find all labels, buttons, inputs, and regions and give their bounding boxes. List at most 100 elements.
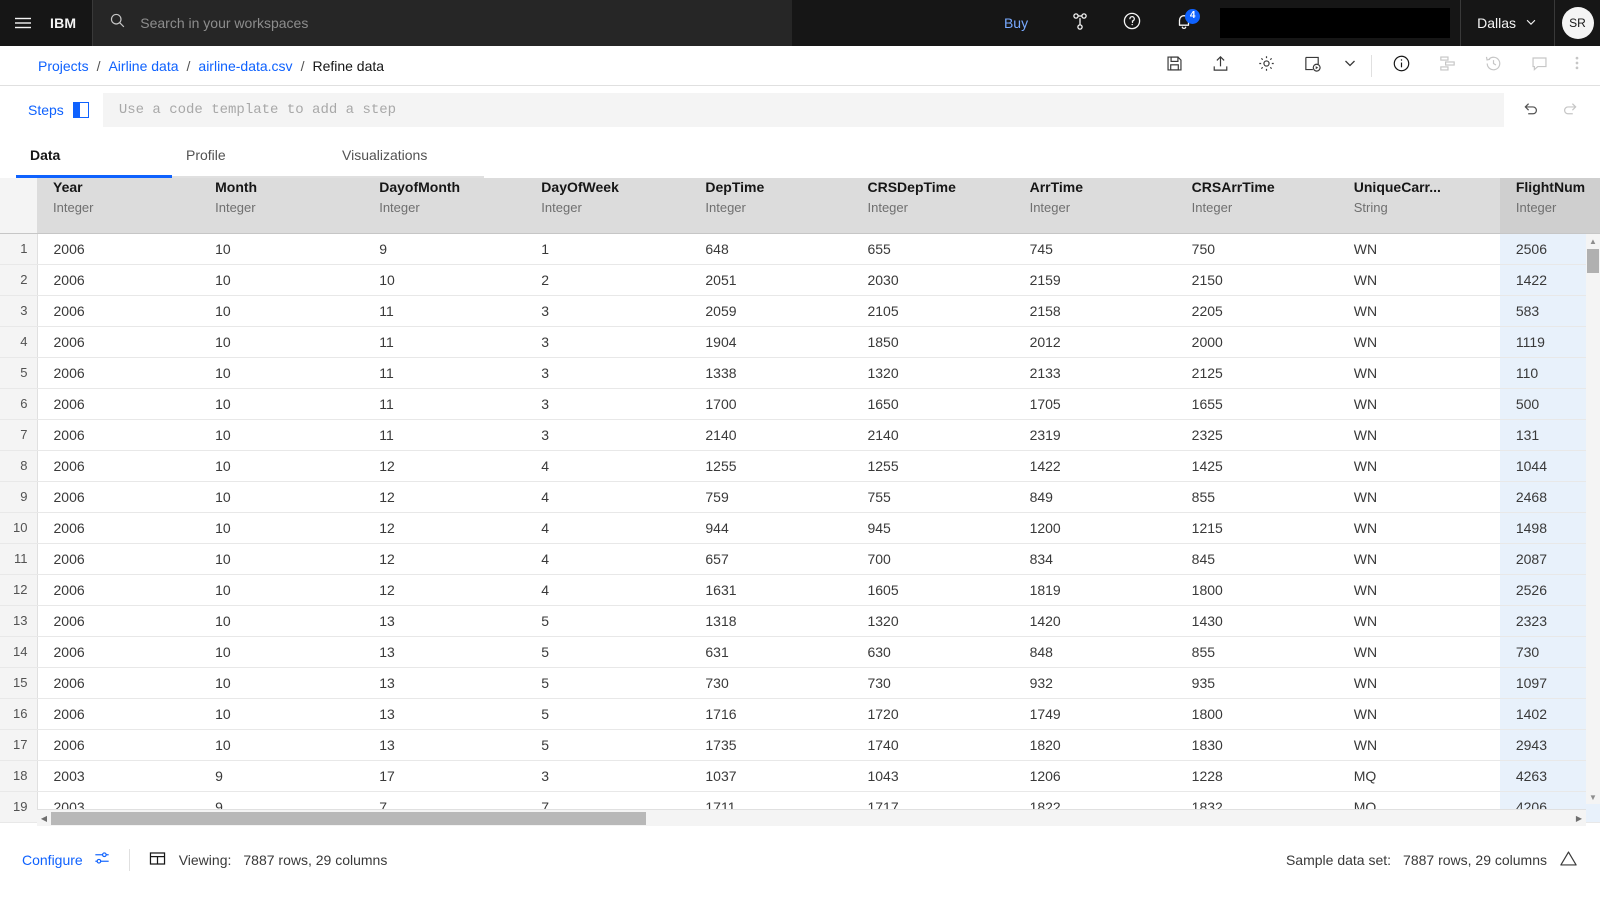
- cell-month[interactable]: 9: [199, 760, 364, 792]
- cell-dayofweek[interactable]: 5: [525, 605, 690, 637]
- cell-crsdeptime[interactable]: 1740: [851, 729, 1014, 761]
- cell-crsdeptime[interactable]: 1850: [851, 326, 1014, 358]
- table-row[interactable]: 3 2006 10 11 3 2059 2105 2158 2205 WN 583: [0, 295, 1600, 327]
- cell-crsarrtime[interactable]: 1228: [1175, 760, 1338, 792]
- buy-button[interactable]: Buy: [978, 0, 1054, 46]
- cell-flightnum[interactable]: 2468: [1499, 481, 1600, 513]
- cell-year[interactable]: 2006: [37, 264, 200, 296]
- cell-flightnum[interactable]: 583: [1499, 295, 1600, 327]
- table-row[interactable]: 12 2006 10 12 4 1631 1605 1819 1800 WN 2526: [0, 574, 1600, 606]
- cell-dayofweek[interactable]: 3: [525, 295, 690, 327]
- cell-deptime[interactable]: 1318: [689, 605, 852, 637]
- cell-arrtime[interactable]: 1749: [1013, 698, 1176, 730]
- cell-uniquecarr[interactable]: WN: [1337, 264, 1500, 296]
- column-header-month[interactable]: Month Integer: [199, 178, 364, 234]
- cell-crsarrtime[interactable]: 750: [1175, 233, 1338, 265]
- cell-deptime[interactable]: 631: [689, 636, 852, 668]
- scroll-left-arrow-icon[interactable]: ◀: [37, 810, 51, 826]
- cell-uniquecarr[interactable]: WN: [1337, 357, 1500, 389]
- cell-dayofweek[interactable]: 5: [525, 667, 690, 699]
- cell-flightnum[interactable]: 2087: [1499, 543, 1600, 575]
- cell-flightnum[interactable]: 2526: [1499, 574, 1600, 606]
- cell-dayofweek[interactable]: 4: [525, 574, 690, 606]
- cell-flightnum[interactable]: 1402: [1499, 698, 1600, 730]
- cell-arrtime[interactable]: 2012: [1013, 326, 1176, 358]
- cell-crsarrtime[interactable]: 1215: [1175, 512, 1338, 544]
- cell-crsarrtime[interactable]: 845: [1175, 543, 1338, 575]
- cell-dayofweek[interactable]: 4: [525, 543, 690, 575]
- cell-flightnum[interactable]: 2943: [1499, 729, 1600, 761]
- cell-crsdeptime[interactable]: 1255: [851, 450, 1014, 482]
- cell-crsarrtime[interactable]: 1425: [1175, 450, 1338, 482]
- tab-profile[interactable]: Profile: [172, 134, 328, 178]
- table-row[interactable]: 2 2006 10 10 2 2051 2030 2159 2150 WN 1422: [0, 264, 1600, 296]
- cell-deptime[interactable]: 1631: [689, 574, 852, 606]
- cell-dayofweek[interactable]: 2: [525, 264, 690, 296]
- cell-uniquecarr[interactable]: WN: [1337, 419, 1500, 451]
- cell-dayofmonth[interactable]: 11: [363, 295, 526, 327]
- code-template-input[interactable]: Use a code template to add a step: [102, 93, 1504, 127]
- cell-deptime[interactable]: 657: [689, 543, 852, 575]
- breadcrumb-item-airline-data-csv[interactable]: airline-data.csv: [198, 58, 292, 74]
- cell-crsdeptime[interactable]: 1043: [851, 760, 1014, 792]
- cell-crsdeptime[interactable]: 945: [851, 512, 1014, 544]
- cell-arrtime[interactable]: 849: [1013, 481, 1176, 513]
- cell-year[interactable]: 2006: [37, 233, 200, 265]
- warning-triangle-icon[interactable]: [1559, 849, 1578, 871]
- cell-deptime[interactable]: 1255: [689, 450, 852, 482]
- cell-crsarrtime[interactable]: 2150: [1175, 264, 1338, 296]
- scroll-down-arrow-icon[interactable]: ▼: [1586, 790, 1600, 804]
- column-header-year[interactable]: Year Integer: [37, 178, 200, 234]
- table-row[interactable]: 14 2006 10 13 5 631 630 848 855 WN 730: [0, 636, 1600, 668]
- cell-year[interactable]: 2006: [37, 450, 200, 482]
- cell-flightnum[interactable]: 4263: [1499, 760, 1600, 792]
- steps-panel-toggle[interactable]: Steps: [22, 102, 103, 118]
- cell-uniquecarr[interactable]: WN: [1337, 450, 1500, 482]
- cell-dayofmonth[interactable]: 12: [363, 512, 526, 544]
- cell-arrtime[interactable]: 2319: [1013, 419, 1176, 451]
- cell-month[interactable]: 10: [199, 326, 364, 358]
- table-row[interactable]: 6 2006 10 11 3 1700 1650 1705 1655 WN 500: [0, 388, 1600, 420]
- cell-year[interactable]: 2006: [37, 574, 200, 606]
- cell-crsdeptime[interactable]: 1320: [851, 357, 1014, 389]
- cell-dayofweek[interactable]: 3: [525, 419, 690, 451]
- cell-dayofweek[interactable]: 3: [525, 357, 690, 389]
- cell-crsarrtime[interactable]: 935: [1175, 667, 1338, 699]
- cell-deptime[interactable]: 1700: [689, 388, 852, 420]
- column-header-deptime[interactable]: DepTime Integer: [689, 178, 852, 234]
- cell-year[interactable]: 2006: [37, 729, 200, 761]
- data-flow-button[interactable]: [1424, 47, 1470, 85]
- cell-crsdeptime[interactable]: 755: [851, 481, 1014, 513]
- cell-crsarrtime[interactable]: 1800: [1175, 698, 1338, 730]
- cell-year[interactable]: 2006: [37, 388, 200, 420]
- cell-crsdeptime[interactable]: 2030: [851, 264, 1014, 296]
- cell-uniquecarr[interactable]: MQ: [1337, 760, 1500, 792]
- overflow-menu-button[interactable]: [1562, 47, 1592, 85]
- cell-flightnum[interactable]: 1097: [1499, 667, 1600, 699]
- cell-dayofmonth[interactable]: 17: [363, 760, 526, 792]
- cell-uniquecarr[interactable]: WN: [1337, 667, 1500, 699]
- column-header-uniquecarr[interactable]: UniqueCarr... String: [1337, 178, 1500, 234]
- breadcrumb-item-projects[interactable]: Projects: [38, 58, 89, 74]
- cell-crsarrtime[interactable]: 855: [1175, 481, 1338, 513]
- cell-flightnum[interactable]: 131: [1499, 419, 1600, 451]
- cell-arrtime[interactable]: 2159: [1013, 264, 1176, 296]
- hamburger-menu-button[interactable]: [0, 0, 46, 46]
- horizontal-scroll-thumb[interactable]: [51, 812, 646, 825]
- cell-month[interactable]: 10: [199, 450, 364, 482]
- cell-dayofmonth[interactable]: 11: [363, 419, 526, 451]
- cell-dayofmonth[interactable]: 11: [363, 388, 526, 420]
- column-header-dayofweek[interactable]: DayOfWeek Integer: [525, 178, 690, 234]
- cell-dayofmonth[interactable]: 13: [363, 636, 526, 668]
- table-row[interactable]: 5 2006 10 11 3 1338 1320 2133 2125 WN 110: [0, 357, 1600, 389]
- table-row[interactable]: 17 2006 10 13 5 1735 1740 1820 1830 WN 2943: [0, 729, 1600, 761]
- scroll-up-arrow-icon[interactable]: ▲: [1586, 234, 1600, 248]
- cell-arrtime[interactable]: 2158: [1013, 295, 1176, 327]
- cell-dayofweek[interactable]: 4: [525, 450, 690, 482]
- breadcrumb-item-airline-data[interactable]: Airline data: [108, 58, 178, 74]
- table-row[interactable]: 16 2006 10 13 5 1716 1720 1749 1800 WN 1402: [0, 698, 1600, 730]
- cell-year[interactable]: 2006: [37, 481, 200, 513]
- table-row[interactable]: 1 2006 10 9 1 648 655 745 750 WN 2506: [0, 233, 1600, 265]
- cell-uniquecarr[interactable]: WN: [1337, 574, 1500, 606]
- cell-crsdeptime[interactable]: 2105: [851, 295, 1014, 327]
